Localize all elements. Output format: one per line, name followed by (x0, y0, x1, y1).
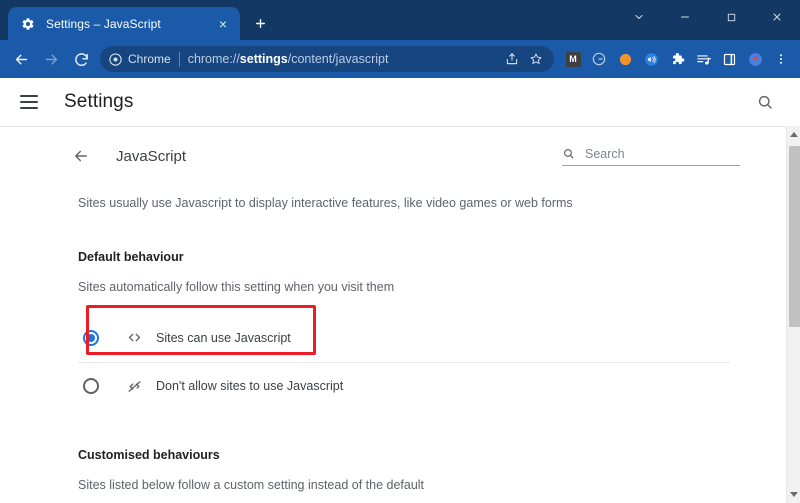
page-scrollbar[interactable] (786, 126, 800, 503)
default-behaviour-subtext: Sites automatically follow this setting … (78, 279, 395, 294)
minimize-button[interactable] (662, 0, 708, 34)
customised-behaviours-heading: Customised behaviours (78, 447, 220, 462)
url-suffix: /content/javascript (287, 52, 389, 66)
extensions-puzzle-icon[interactable] (664, 45, 690, 73)
back-button[interactable] (6, 44, 36, 74)
close-icon[interactable]: × (214, 15, 232, 33)
profile-avatar-icon[interactable] (742, 45, 768, 73)
extension-icons: M (560, 45, 794, 73)
code-brackets-icon (124, 328, 144, 348)
settings-header: Settings (0, 78, 800, 126)
radio-button-unselected[interactable] (83, 378, 99, 395)
search-input[interactable] (585, 146, 740, 161)
new-tab-button[interactable] (246, 9, 274, 37)
radio-option-label: Don't allow sites to use Javascript (156, 379, 344, 394)
close-button[interactable] (754, 0, 800, 34)
search-icon (562, 147, 575, 160)
url-bold-segment: settings (239, 52, 288, 66)
url-text: chrome://settings/content/javascript (188, 52, 500, 66)
page-title: JavaScript (116, 147, 187, 165)
side-panel-icon[interactable] (716, 45, 742, 73)
page-description: Sites usually use Javascript to display … (78, 196, 573, 210)
tab-search-button[interactable] (616, 0, 662, 34)
window-controls (616, 0, 800, 34)
radio-option-label: Sites can use Javascript (156, 330, 291, 345)
hamburger-icon[interactable] (20, 90, 44, 114)
tab-title: Settings – JavaScript (46, 16, 161, 31)
code-brackets-slashed-icon (124, 376, 144, 396)
forward-button[interactable] (36, 44, 66, 74)
settings-page-body: JavaScript Sites usually use Javascript … (0, 126, 800, 503)
share-icon[interactable] (500, 47, 524, 71)
address-bar[interactable]: Chrome chrome://settings/content/javascr… (100, 46, 554, 72)
omnibox-divider (178, 51, 180, 67)
chrome-logo-icon (108, 52, 123, 67)
default-behaviour-radio-group: Sites can use Javascript Don't allow sit… (78, 314, 730, 410)
star-icon[interactable] (524, 47, 548, 71)
search-icon[interactable] (752, 89, 778, 115)
back-arrow-icon[interactable] (68, 143, 94, 169)
settings-title: Settings (64, 90, 134, 112)
chrome-menu-icon[interactable] (768, 45, 794, 73)
scrollbar-thumb[interactable] (789, 146, 800, 327)
reload-button[interactable] (66, 44, 96, 74)
customised-behaviours-subtext: Sites listed below follow a custom setti… (78, 477, 425, 492)
default-behaviour-heading: Default behaviour (78, 249, 184, 264)
scroll-down-icon[interactable] (787, 486, 800, 503)
settings-card: JavaScript Sites usually use Javascript … (0, 126, 786, 503)
tab-strip: Settings – JavaScript × (0, 0, 800, 40)
radio-button-selected[interactable] (83, 329, 99, 346)
browser-toolbar: Chrome chrome://settings/content/javascr… (0, 40, 800, 78)
grammarly-extension-icon[interactable] (586, 45, 612, 73)
browser-window: Settings – JavaScript × Chrome chrome://… (0, 0, 800, 503)
browser-tab-settings[interactable]: Settings – JavaScript × (8, 7, 240, 40)
scroll-up-icon[interactable] (787, 126, 800, 143)
maximize-button[interactable] (708, 0, 754, 34)
page-title-row: JavaScript (75, 127, 740, 167)
gear-icon (20, 16, 36, 32)
media-playlist-icon[interactable] (690, 45, 716, 73)
chrome-label: Chrome (128, 52, 171, 66)
url-prefix: chrome:// (187, 52, 240, 66)
radio-option-block-javascript[interactable]: Don't allow sites to use Javascript (78, 361, 730, 410)
radio-option-allow-javascript[interactable]: Sites can use Javascript (78, 314, 730, 362)
chrome-identity-badge: Chrome (108, 52, 171, 67)
sound-extension-icon[interactable] (638, 45, 664, 73)
color-circle-extension-icon[interactable] (612, 45, 638, 73)
settings-card-inner: JavaScript Sites usually use Javascript … (0, 127, 786, 492)
gmail-extension-icon[interactable]: M (560, 45, 586, 73)
settings-search-box[interactable] (562, 146, 740, 166)
